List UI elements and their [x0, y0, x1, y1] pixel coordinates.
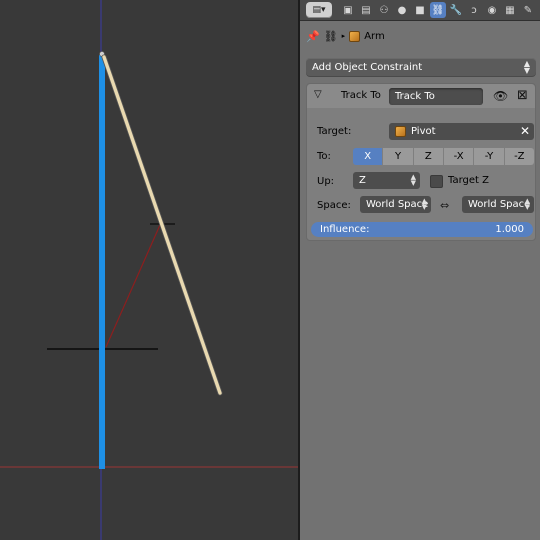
- 3d-viewport[interactable]: [0, 0, 298, 540]
- track-axis-z-button[interactable]: Z: [413, 148, 444, 165]
- arm-bone[interactable]: [102, 55, 222, 395]
- relationship-line: [105, 224, 161, 348]
- selected-bone[interactable]: [99, 55, 105, 469]
- modifier-icon[interactable]: 🔧: [448, 2, 464, 18]
- constraint-header: ▽ Track To Track To 👁 ⊠: [307, 84, 535, 108]
- track-axis-selector: X Y Z -X -Y -Z: [353, 148, 534, 165]
- clear-target-icon[interactable]: ✕: [520, 124, 530, 138]
- influence-slider[interactable]: Influence: 1.000: [311, 222, 533, 237]
- target-label: Target:: [317, 126, 352, 137]
- texture-icon[interactable]: ▦: [502, 2, 518, 18]
- influence-value: 1.000: [495, 224, 524, 235]
- updown-arrows-icon: ▲ ▼: [421, 197, 427, 211]
- scene-icon[interactable]: ⚇: [376, 2, 392, 18]
- swap-arrows-icon: ⇔: [440, 199, 450, 212]
- object-icon: [349, 30, 361, 42]
- up-label: Up:: [317, 176, 335, 187]
- track-axis-y-button[interactable]: Y: [383, 148, 414, 165]
- influence-label: Influence:: [320, 224, 370, 235]
- track-to-constraint-panel: ▽ Track To Track To 👁 ⊠ Target: Pivot ✕ …: [306, 83, 536, 241]
- constraint-name-field[interactable]: Track To: [389, 88, 483, 105]
- updown-arrows-icon: ▲ ▼: [523, 59, 530, 75]
- render-icon[interactable]: ▣: [340, 2, 356, 18]
- to-label: To:: [317, 151, 331, 162]
- add-constraint-label: Add Object Constraint: [312, 61, 423, 73]
- owner-space-value: World Space: [366, 199, 429, 210]
- physics-icon[interactable]: ✎: [520, 2, 536, 18]
- object-icon[interactable]: ■: [412, 2, 428, 18]
- updown-arrows-icon: ▲ ▼: [410, 173, 416, 187]
- track-axis-neg-y-button[interactable]: -Y: [474, 148, 505, 165]
- up-axis-dropdown[interactable]: Z ▲ ▼: [353, 172, 420, 189]
- material-icon[interactable]: ◉: [484, 2, 500, 18]
- chevron-right-icon: ▸: [341, 32, 346, 40]
- target-z-checkbox[interactable]: [430, 175, 443, 188]
- target-space-dropdown[interactable]: World Space ▲ ▼: [462, 196, 534, 213]
- target-value: Pivot: [411, 126, 436, 137]
- updown-arrows-icon: ▲ ▼: [524, 197, 530, 211]
- constraint-type-label: Track To: [341, 90, 381, 101]
- track-axis-x-button[interactable]: X: [353, 148, 384, 165]
- properties-tab-bar: ▤▾ ▣ ▤ ⚇ ● ■ ⛓ 🔧 ↄ ◉ ▦ ✎: [300, 0, 540, 21]
- space-label: Space:: [317, 200, 351, 211]
- up-axis-value: Z: [359, 175, 366, 186]
- object-constraint-icon[interactable]: ⛓: [430, 2, 446, 18]
- breadcrumb: 📌 ⛓ ▸ Arm: [306, 27, 385, 45]
- editor-type-button[interactable]: ▤▾: [306, 2, 332, 18]
- add-object-constraint-dropdown[interactable]: Add Object Constraint ▲ ▼: [306, 58, 536, 76]
- close-icon[interactable]: ⊠: [517, 88, 528, 103]
- pin-icon[interactable]: 📌: [306, 30, 320, 43]
- constraint-link-icon: ⛓: [323, 29, 338, 43]
- world-icon[interactable]: ●: [394, 2, 410, 18]
- target-field[interactable]: Pivot ✕: [389, 123, 534, 140]
- render-layers-icon[interactable]: ▤: [358, 2, 374, 18]
- properties-editor: ▤▾ ▣ ▤ ⚇ ● ■ ⛓ 🔧 ↄ ◉ ▦ ✎ 📌 ⛓ ▸ Arm Add Object Cons…: [300, 0, 540, 540]
- eye-icon[interactable]: 👁: [493, 89, 508, 103]
- viewport-scene: [0, 0, 298, 540]
- collapse-triangle-icon[interactable]: ▽: [314, 89, 322, 100]
- object-name: Arm: [364, 30, 385, 42]
- particles-icon[interactable]: ↄ: [466, 2, 482, 18]
- track-axis-neg-x-button[interactable]: -X: [443, 148, 475, 165]
- object-icon: [395, 126, 406, 137]
- target-z-label: Target Z: [448, 175, 489, 186]
- target-space-value: World Space: [468, 199, 531, 210]
- track-axis-neg-z-button[interactable]: -Z: [504, 148, 534, 165]
- owner-space-dropdown[interactable]: World Space ▲ ▼: [360, 196, 431, 213]
